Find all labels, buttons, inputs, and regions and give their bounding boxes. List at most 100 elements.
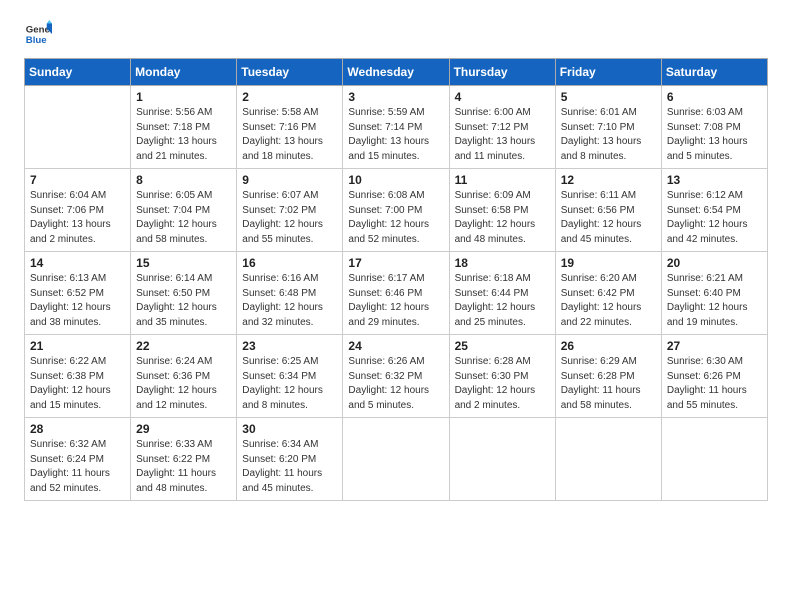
calendar-cell xyxy=(661,418,767,501)
day-detail: Sunrise: 6:25 AM Sunset: 6:34 PM Dayligh… xyxy=(242,355,337,413)
logo-icon: General Blue xyxy=(24,20,52,48)
day-number: 4 xyxy=(455,90,550,104)
logo: General Blue xyxy=(24,20,52,48)
calendar-week-row: 28 Sunrise: 6:32 AM Sunset: 6:24 PM Dayli… xyxy=(25,418,768,501)
day-number: 14 xyxy=(30,256,125,270)
day-detail: Sunrise: 6:18 AM Sunset: 6:44 PM Dayligh… xyxy=(455,272,550,330)
day-number: 30 xyxy=(242,422,337,436)
day-detail: Sunrise: 6:13 AM Sunset: 6:52 PM Dayligh… xyxy=(30,272,125,330)
day-detail: Sunrise: 6:17 AM Sunset: 6:46 PM Dayligh… xyxy=(348,272,443,330)
day-number: 3 xyxy=(348,90,443,104)
calendar-cell: 18 Sunrise: 6:18 AM Sunset: 6:44 PM Dayli… xyxy=(449,252,555,335)
calendar-cell xyxy=(555,418,661,501)
day-number: 20 xyxy=(667,256,762,270)
day-number: 10 xyxy=(348,173,443,187)
calendar-cell: 9 Sunrise: 6:07 AM Sunset: 7:02 PM Daylig… xyxy=(237,169,343,252)
day-number: 19 xyxy=(561,256,656,270)
col-header-monday: Monday xyxy=(131,59,237,86)
day-number: 6 xyxy=(667,90,762,104)
calendar-week-row: 14 Sunrise: 6:13 AM Sunset: 6:52 PM Dayli… xyxy=(25,252,768,335)
col-header-thursday: Thursday xyxy=(449,59,555,86)
calendar-header-row: SundayMondayTuesdayWednesdayThursdayFrid… xyxy=(25,59,768,86)
day-detail: Sunrise: 6:30 AM Sunset: 6:26 PM Dayligh… xyxy=(667,355,762,413)
calendar-cell: 20 Sunrise: 6:21 AM Sunset: 6:40 PM Dayli… xyxy=(661,252,767,335)
day-number: 18 xyxy=(455,256,550,270)
calendar-cell xyxy=(343,418,449,501)
calendar-cell: 23 Sunrise: 6:25 AM Sunset: 6:34 PM Dayli… xyxy=(237,335,343,418)
svg-text:Blue: Blue xyxy=(26,35,47,46)
calendar-cell: 10 Sunrise: 6:08 AM Sunset: 7:00 PM Dayli… xyxy=(343,169,449,252)
day-detail: Sunrise: 6:05 AM Sunset: 7:04 PM Dayligh… xyxy=(136,189,231,247)
day-number: 1 xyxy=(136,90,231,104)
calendar-cell: 8 Sunrise: 6:05 AM Sunset: 7:04 PM Daylig… xyxy=(131,169,237,252)
day-detail: Sunrise: 6:12 AM Sunset: 6:54 PM Dayligh… xyxy=(667,189,762,247)
day-detail: Sunrise: 6:00 AM Sunset: 7:12 PM Dayligh… xyxy=(455,106,550,164)
day-number: 28 xyxy=(30,422,125,436)
day-number: 12 xyxy=(561,173,656,187)
day-detail: Sunrise: 6:28 AM Sunset: 6:30 PM Dayligh… xyxy=(455,355,550,413)
calendar-cell: 28 Sunrise: 6:32 AM Sunset: 6:24 PM Dayli… xyxy=(25,418,131,501)
calendar-cell: 24 Sunrise: 6:26 AM Sunset: 6:32 PM Dayli… xyxy=(343,335,449,418)
day-detail: Sunrise: 6:32 AM Sunset: 6:24 PM Dayligh… xyxy=(30,438,125,496)
day-detail: Sunrise: 6:22 AM Sunset: 6:38 PM Dayligh… xyxy=(30,355,125,413)
calendar-week-row: 21 Sunrise: 6:22 AM Sunset: 6:38 PM Dayli… xyxy=(25,335,768,418)
calendar-cell: 17 Sunrise: 6:17 AM Sunset: 6:46 PM Dayli… xyxy=(343,252,449,335)
day-number: 13 xyxy=(667,173,762,187)
calendar-week-row: 1 Sunrise: 5:56 AM Sunset: 7:18 PM Daylig… xyxy=(25,86,768,169)
page-header: General Blue xyxy=(24,20,768,48)
calendar-cell: 3 Sunrise: 5:59 AM Sunset: 7:14 PM Daylig… xyxy=(343,86,449,169)
day-detail: Sunrise: 6:09 AM Sunset: 6:58 PM Dayligh… xyxy=(455,189,550,247)
day-number: 26 xyxy=(561,339,656,353)
col-header-wednesday: Wednesday xyxy=(343,59,449,86)
col-header-saturday: Saturday xyxy=(661,59,767,86)
day-detail: Sunrise: 6:24 AM Sunset: 6:36 PM Dayligh… xyxy=(136,355,231,413)
day-number: 8 xyxy=(136,173,231,187)
day-detail: Sunrise: 6:34 AM Sunset: 6:20 PM Dayligh… xyxy=(242,438,337,496)
calendar-cell: 13 Sunrise: 6:12 AM Sunset: 6:54 PM Dayli… xyxy=(661,169,767,252)
day-number: 29 xyxy=(136,422,231,436)
calendar-cell: 19 Sunrise: 6:20 AM Sunset: 6:42 PM Dayli… xyxy=(555,252,661,335)
calendar-cell: 29Sunrise: 6:33 AM Sunset: 6:22 PM Dayli… xyxy=(131,418,237,501)
calendar-cell: 4 Sunrise: 6:00 AM Sunset: 7:12 PM Daylig… xyxy=(449,86,555,169)
calendar-cell xyxy=(25,86,131,169)
calendar-cell: 16Sunrise: 6:16 AM Sunset: 6:48 PM Dayli… xyxy=(237,252,343,335)
calendar-cell: 21 Sunrise: 6:22 AM Sunset: 6:38 PM Dayli… xyxy=(25,335,131,418)
day-detail: Sunrise: 6:21 AM Sunset: 6:40 PM Dayligh… xyxy=(667,272,762,330)
calendar-cell xyxy=(449,418,555,501)
day-number: 15 xyxy=(136,256,231,270)
day-detail: Sunrise: 5:56 AM Sunset: 7:18 PM Dayligh… xyxy=(136,106,231,164)
day-detail: Sunrise: 6:08 AM Sunset: 7:00 PM Dayligh… xyxy=(348,189,443,247)
calendar-cell: 27 Sunrise: 6:30 AM Sunset: 6:26 PM Dayli… xyxy=(661,335,767,418)
day-number: 27 xyxy=(667,339,762,353)
day-number: 2 xyxy=(242,90,337,104)
col-header-sunday: Sunday xyxy=(25,59,131,86)
day-detail: Sunrise: 6:04 AM Sunset: 7:06 PM Dayligh… xyxy=(30,189,125,247)
day-number: 11 xyxy=(455,173,550,187)
calendar-cell: 30 Sunrise: 6:34 AM Sunset: 6:20 PM Dayli… xyxy=(237,418,343,501)
day-number: 23 xyxy=(242,339,337,353)
day-number: 24 xyxy=(348,339,443,353)
calendar-cell: 7 Sunrise: 6:04 AM Sunset: 7:06 PM Daylig… xyxy=(25,169,131,252)
day-detail: Sunrise: 6:26 AM Sunset: 6:32 PM Dayligh… xyxy=(348,355,443,413)
day-detail: Sunrise: 6:14 AM Sunset: 6:50 PM Dayligh… xyxy=(136,272,231,330)
calendar-cell: 1 Sunrise: 5:56 AM Sunset: 7:18 PM Daylig… xyxy=(131,86,237,169)
calendar-table: SundayMondayTuesdayWednesdayThursdayFrid… xyxy=(24,58,768,501)
day-detail: Sunrise: 6:20 AM Sunset: 6:42 PM Dayligh… xyxy=(561,272,656,330)
day-number: 9 xyxy=(242,173,337,187)
day-number: 21 xyxy=(30,339,125,353)
day-number: 22 xyxy=(136,339,231,353)
day-detail: Sunrise: 5:59 AM Sunset: 7:14 PM Dayligh… xyxy=(348,106,443,164)
calendar-cell: 26Sunrise: 6:29 AM Sunset: 6:28 PM Dayli… xyxy=(555,335,661,418)
day-detail: Sunrise: 5:58 AM Sunset: 7:16 PM Dayligh… xyxy=(242,106,337,164)
day-number: 7 xyxy=(30,173,125,187)
day-detail: Sunrise: 6:03 AM Sunset: 7:08 PM Dayligh… xyxy=(667,106,762,164)
day-number: 17 xyxy=(348,256,443,270)
calendar-cell: 5Sunrise: 6:01 AM Sunset: 7:10 PM Daylig… xyxy=(555,86,661,169)
calendar-cell: 15 Sunrise: 6:14 AM Sunset: 6:50 PM Dayli… xyxy=(131,252,237,335)
calendar-cell: 25 Sunrise: 6:28 AM Sunset: 6:30 PM Dayli… xyxy=(449,335,555,418)
day-number: 16 xyxy=(242,256,337,270)
calendar-cell: 14 Sunrise: 6:13 AM Sunset: 6:52 PM Dayli… xyxy=(25,252,131,335)
day-detail: Sunrise: 6:07 AM Sunset: 7:02 PM Dayligh… xyxy=(242,189,337,247)
day-number: 25 xyxy=(455,339,550,353)
col-header-friday: Friday xyxy=(555,59,661,86)
